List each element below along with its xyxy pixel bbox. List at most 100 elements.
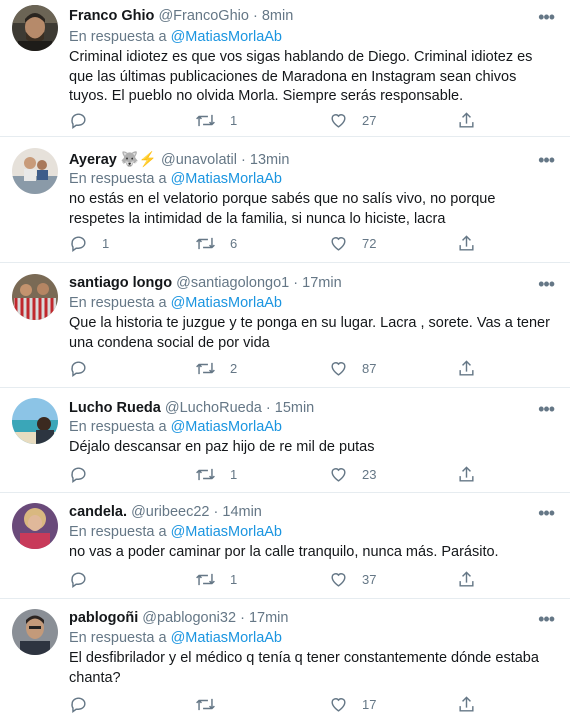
reply-icon: [71, 572, 86, 589]
reply-button[interactable]: [69, 359, 102, 378]
like-button[interactable]: 17: [329, 695, 376, 714]
heart-icon: [331, 114, 346, 128]
retweet-icon: [196, 468, 215, 481]
share-button[interactable]: [457, 234, 476, 253]
more-icon[interactable]: •••: [538, 275, 555, 293]
heart-icon: [331, 573, 346, 587]
tweet[interactable]: candela. @uribeec22 · 14min ••• En respu…: [0, 493, 570, 599]
like-count: 87: [362, 361, 377, 376]
more-icon[interactable]: •••: [538, 151, 555, 169]
share-button[interactable]: [457, 465, 476, 484]
share-icon: [459, 235, 474, 251]
avatar[interactable]: [12, 398, 58, 444]
more-icon[interactable]: •••: [538, 504, 555, 522]
retweet-icon: [196, 573, 215, 586]
like-count: 23: [362, 467, 377, 482]
reply-mention-link[interactable]: @MatiasMorlaAb: [171, 29, 282, 45]
retweet-icon: [196, 698, 215, 711]
reply-button[interactable]: [69, 695, 102, 714]
tweet-text: Criminal idiotez es que vos sigas hablan…: [69, 49, 533, 104]
share-icon: [459, 112, 474, 128]
retweet-button[interactable]: 1: [195, 570, 237, 589]
retweet-button[interactable]: 1: [195, 465, 237, 484]
like-count: 27: [362, 113, 377, 128]
retweet-count: 1: [230, 113, 238, 128]
author-handle[interactable]: @uribeec22: [131, 504, 209, 520]
retweet-count: 2: [230, 361, 238, 376]
retweet-count: 1: [230, 467, 238, 482]
reply-button[interactable]: [69, 570, 102, 589]
reply-icon: [71, 697, 86, 714]
retweet-button[interactable]: [195, 695, 230, 714]
author-handle[interactable]: @LuchoRueda: [165, 400, 262, 416]
tweet-text: Déjalo descansar en paz hijo de re mil d…: [69, 439, 375, 455]
like-button[interactable]: 23: [329, 465, 376, 484]
avatar[interactable]: [12, 5, 58, 51]
reply-button[interactable]: [69, 111, 102, 130]
like-button[interactable]: 72: [329, 234, 376, 253]
reply-label: En respuesta a: [69, 171, 167, 187]
reply-button[interactable]: [69, 465, 102, 484]
share-button[interactable]: [457, 359, 476, 378]
avatar-photo: [12, 274, 58, 320]
reply-button[interactable]: 1: [69, 234, 109, 253]
share-icon: [459, 696, 474, 712]
tweet-text: no vas a poder caminar por la calle tran…: [69, 544, 499, 560]
reply-label: En respuesta a: [69, 524, 167, 540]
author-handle[interactable]: @pablogoni32: [142, 610, 236, 626]
avatar[interactable]: [12, 609, 58, 655]
avatar-photo: [12, 5, 58, 51]
avatar-photo: [12, 398, 58, 444]
avatar-photo: [12, 503, 58, 549]
author-name[interactable]: candela.: [69, 504, 127, 520]
reply-mention-link[interactable]: @MatiasMorlaAb: [171, 419, 282, 435]
author-handle[interactable]: @santiagolongo1: [176, 275, 289, 291]
author-name[interactable]: Franco Ghio: [69, 8, 154, 24]
retweet-button[interactable]: 2: [195, 359, 237, 378]
share-button[interactable]: [457, 570, 476, 589]
reply-icon: [71, 113, 86, 130]
timestamp[interactable]: 13min: [250, 152, 290, 168]
tweet[interactable]: pablogoñi @pablogoni32 · 17min ••• En re…: [0, 599, 570, 723]
author-handle[interactable]: @FrancoGhio: [158, 8, 248, 24]
avatar[interactable]: [12, 148, 58, 194]
more-icon[interactable]: •••: [538, 610, 555, 628]
like-button[interactable]: 27: [329, 111, 376, 130]
author-name[interactable]: santiago longo: [69, 275, 172, 291]
timestamp[interactable]: 8min: [262, 8, 293, 24]
author-name[interactable]: pablogoñi: [69, 610, 138, 626]
reply-label: En respuesta a: [69, 419, 167, 435]
timestamp[interactable]: 17min: [302, 275, 342, 291]
reply-mention-link[interactable]: @MatiasMorlaAb: [171, 524, 282, 540]
more-icon[interactable]: •••: [538, 8, 555, 26]
retweet-button[interactable]: 1: [195, 111, 237, 130]
reply-mention-link[interactable]: @MatiasMorlaAb: [171, 171, 282, 187]
more-icon[interactable]: •••: [538, 400, 555, 418]
tweet[interactable]: Franco Ghio @FrancoGhio · 8min ••• En re…: [0, 0, 570, 137]
timestamp[interactable]: 17min: [249, 610, 289, 626]
share-icon: [459, 571, 474, 587]
avatar[interactable]: [12, 503, 58, 549]
share-icon: [459, 466, 474, 482]
retweet-button[interactable]: 6: [195, 234, 237, 253]
author-name[interactable]: Ayeray: [69, 152, 117, 168]
heart-icon: [331, 362, 346, 376]
tweet[interactable]: Lucho Rueda @LuchoRueda · 15min ••• En r…: [0, 388, 570, 493]
reply-count: 1: [102, 236, 110, 251]
author-name[interactable]: Lucho Rueda: [69, 400, 161, 416]
heart-icon: [331, 237, 346, 251]
avatar[interactable]: [12, 274, 58, 320]
timestamp[interactable]: 15min: [275, 400, 315, 416]
share-button[interactable]: [457, 111, 476, 130]
author-handle[interactable]: @unavolatil: [161, 152, 237, 168]
reply-mention-link[interactable]: @MatiasMorlaAb: [171, 295, 282, 311]
retweet-icon: [196, 362, 215, 375]
tweet[interactable]: santiago longo @santiagolongo1 · 17min •…: [0, 263, 570, 388]
timestamp[interactable]: 14min: [222, 504, 262, 520]
tweet[interactable]: Ayeray 🐺⚡ @unavolatil · 13min ••• En res…: [0, 137, 570, 263]
like-button[interactable]: 37: [329, 570, 376, 589]
reply-label: En respuesta a: [69, 29, 167, 45]
reply-mention-link[interactable]: @MatiasMorlaAb: [171, 630, 282, 646]
share-button[interactable]: [457, 695, 476, 714]
like-button[interactable]: 87: [329, 359, 376, 378]
